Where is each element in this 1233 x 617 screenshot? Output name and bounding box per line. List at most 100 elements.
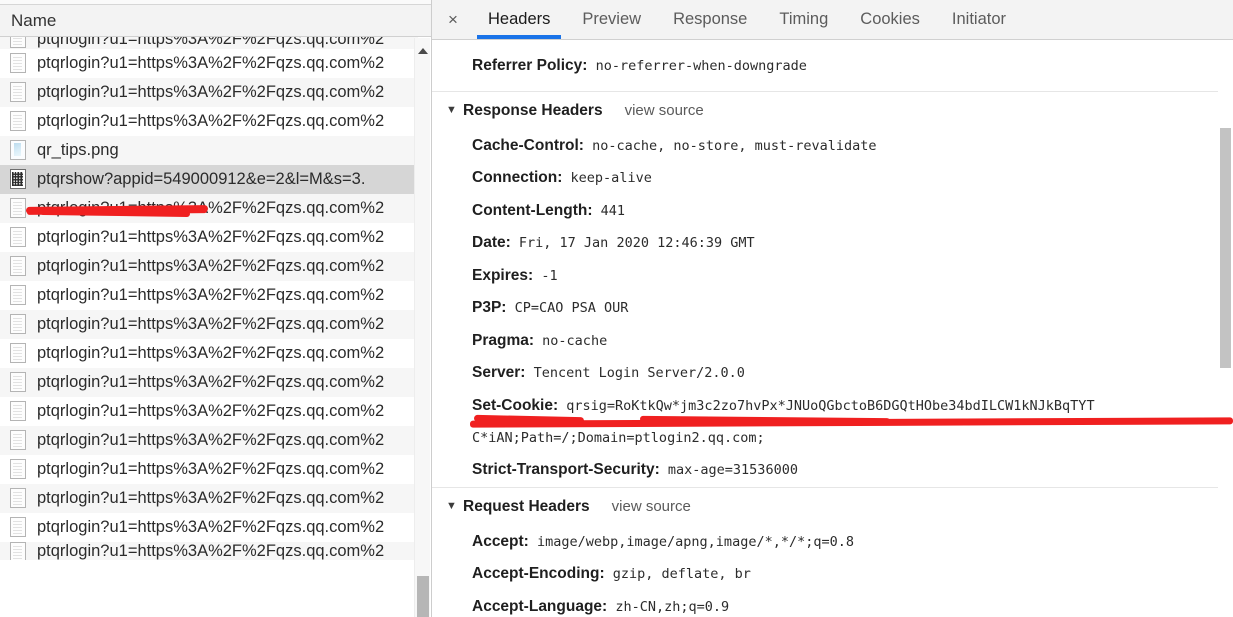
request-list-item[interactable]: ptqrlogin?u1=https%3A%2F%2Fqzs.qq.com%2 [0, 368, 418, 397]
header-value: image/webp,image/apng,image/*,*/*;q=0.8 [537, 533, 854, 550]
view-source-link[interactable]: view source [612, 498, 691, 515]
header-value: gzip, deflate, br [612, 566, 751, 582]
close-icon[interactable]: × [440, 7, 466, 33]
request-list-item[interactable]: ptqrlogin?u1=https%3A%2F%2Fqzs.qq.com%2 [0, 542, 418, 560]
document-icon [10, 256, 28, 277]
document-icon-glyph [10, 111, 26, 131]
request-list-item[interactable]: ptqrlogin?u1=https%3A%2F%2Fqzs.qq.com%2 [0, 397, 418, 426]
document-icon-glyph [10, 82, 26, 102]
tab-label: Response [673, 10, 748, 28]
header-value: CP=CAO PSA OUR [514, 300, 629, 316]
request-list-item-label: ptqrlogin?u1=https%3A%2F%2Fqzs.qq.com%2 [37, 460, 385, 478]
header-value: no-referrer-when-downgrade [595, 58, 807, 74]
document-icon [10, 37, 28, 49]
section-title: Response Headers [463, 101, 603, 119]
scroll-up-arrow-icon[interactable] [415, 42, 430, 58]
document-icon-glyph [10, 314, 26, 334]
request-list-item-label: ptqrlogin?u1=https%3A%2F%2Fqzs.qq.com%2 [37, 373, 385, 391]
request-list-item[interactable]: ptqrlogin?u1=https%3A%2F%2Fqzs.qq.com%2 [0, 455, 418, 484]
header-row: Accept: image/webp,image/apng,image/*,*/… [432, 526, 1233, 559]
request-list[interactable]: ptqrlogin?u1=https%3A%2F%2Fqzs.qq.com%2 p… [0, 37, 431, 617]
request-list-item-label: ptqrlogin?u1=https%3A%2F%2Fqzs.qq.com%2 [37, 286, 385, 304]
document-icon-glyph [10, 488, 26, 508]
request-list-item-label: ptqrlogin?u1=https%3A%2F%2Fqzs.qq.com%2 [37, 199, 385, 217]
request-list-item[interactable]: ptqrlogin?u1=https%3A%2F%2Fqzs.qq.com%2 [0, 37, 418, 49]
tab-label: Preview [582, 10, 642, 28]
header-row: Date: Fri, 17 Jan 2020 12:46:39 GMT [432, 227, 1233, 260]
document-icon [10, 542, 28, 560]
document-icon [10, 198, 28, 219]
request-list-item-label: ptqrlogin?u1=https%3A%2F%2Fqzs.qq.com%2 [37, 315, 385, 333]
header-key: Content-Length: [472, 201, 593, 219]
tab-headers[interactable]: Headers [472, 0, 566, 39]
request-list-item[interactable]: ptqrlogin?u1=https%3A%2F%2Fqzs.qq.com%2 [0, 107, 418, 136]
request-list-item-label: ptqrlogin?u1=https%3A%2F%2Fqzs.qq.com%2 [37, 542, 385, 560]
request-list-item[interactable]: ptqrlogin?u1=https%3A%2F%2Fqzs.qq.com%2 [0, 426, 418, 455]
request-detail-panel: × Headers Preview Response Timing Cookies Ini… [432, 0, 1233, 617]
tab-initiator[interactable]: Initiator [936, 0, 1022, 39]
chevron-down-icon[interactable]: ▼ [446, 501, 458, 512]
section-header-response-headers[interactable]: ▼ Response Headers view source [432, 92, 1233, 130]
header-row: Strict-Transport-Security: max-age=31536… [432, 454, 1233, 487]
request-list-item[interactable]: ptqrlogin?u1=https%3A%2F%2Fqzs.qq.com%2 [0, 49, 418, 78]
request-list-item-label: ptqrlogin?u1=https%3A%2F%2Fqzs.qq.com%2 [37, 344, 385, 362]
request-list-item[interactable]: ptqrlogin?u1=https%3A%2F%2Fqzs.qq.com%2 [0, 484, 418, 513]
chevron-down-icon[interactable]: ▼ [446, 105, 458, 116]
scrollbar-thumb[interactable] [1220, 128, 1231, 368]
header-key: Pragma: [472, 331, 535, 349]
header-key: Accept-Encoding: [472, 565, 605, 582]
header-row-referrer-policy: Referrer Policy: no-referrer-when-downgr… [432, 50, 1233, 83]
document-icon [10, 343, 28, 364]
request-list-item-label: qr_tips.png [37, 141, 119, 159]
detail-tabbar: × Headers Preview Response Timing Cookies Ini… [432, 0, 1233, 40]
request-list-item[interactable]: qr_tips.png [0, 136, 418, 165]
request-list-item-label: ptqrlogin?u1=https%3A%2F%2Fqzs.qq.com%2 [37, 431, 385, 449]
document-icon-glyph [10, 227, 26, 247]
document-icon-glyph [10, 401, 26, 421]
request-list-item[interactable]: ptqrlogin?u1=https%3A%2F%2Fqzs.qq.com%2 [0, 252, 418, 281]
request-list-item[interactable]: ptqrlogin?u1=https%3A%2F%2Fqzs.qq.com%2 [0, 281, 418, 310]
referrer-policy-block: Referrer Policy: no-referrer-when-downgr… [432, 40, 1233, 91]
document-icon [10, 488, 28, 509]
tab-label: Cookies [860, 10, 920, 28]
header-key: Accept-Language: [472, 597, 608, 615]
request-list-item-label: ptqrlogin?u1=https%3A%2F%2Fqzs.qq.com%2 [37, 112, 385, 130]
tab-response[interactable]: Response [657, 0, 763, 39]
tab-cookies[interactable]: Cookies [844, 0, 936, 39]
request-list-item[interactable]: ptqrlogin?u1=https%3A%2F%2Fqzs.qq.com%2 [0, 310, 418, 339]
request-list-item[interactable]: ptqrlogin?u1=https%3A%2F%2Fqzs.qq.com%2 [0, 513, 418, 542]
request-list-item[interactable]: ptqrshow?appid=549000912&e=2&l=M&s=3. [0, 165, 418, 194]
document-icon [10, 372, 28, 393]
devtools-network-panel: Name ptqrlogin?u1=https%3A%2F%2Fqzs.qq.c… [0, 0, 1233, 617]
request-headers-list: Accept: image/webp,image/apng,image/*,*/… [432, 526, 1233, 617]
header-value: zh-CN,zh;q=0.9 [615, 598, 730, 615]
header-key: Referrer Policy: [472, 57, 588, 74]
header-value: -1 [541, 267, 558, 284]
header-key: Accept: [472, 532, 529, 550]
document-icon-glyph [10, 198, 26, 218]
header-key: Server: [472, 364, 526, 381]
scrollbar-thumb[interactable] [417, 576, 429, 617]
tab-preview[interactable]: Preview [566, 0, 657, 39]
request-list-scrollbar[interactable] [414, 38, 430, 617]
request-list-item[interactable]: ptqrlogin?u1=https%3A%2F%2Fqzs.qq.com%2 [0, 339, 418, 368]
request-list-item-label: ptqrlogin?u1=https%3A%2F%2Fqzs.qq.com%2 [37, 402, 385, 420]
section-header-request-headers[interactable]: ▼ Request Headers view source [432, 488, 1233, 526]
view-source-link[interactable]: view source [625, 102, 704, 119]
tab-label: Timing [779, 10, 829, 28]
tab-timing[interactable]: Timing [763, 0, 844, 39]
header-key: Cache-Control: [472, 136, 584, 154]
request-list-item[interactable]: ptqrlogin?u1=https%3A%2F%2Fqzs.qq.com%2 [0, 78, 418, 107]
header-value: Tencent Login Server/2.0.0 [533, 365, 745, 381]
header-row: Connection: keep-alive [432, 162, 1233, 195]
request-list-item[interactable]: ptqrlogin?u1=https%3A%2F%2Fqzs.qq.com%2 [0, 223, 418, 252]
document-icon-glyph [10, 372, 26, 392]
document-icon-glyph [10, 430, 26, 450]
header-row: Pragma: no-cache [432, 325, 1233, 358]
header-value: Fri, 17 Jan 2020 12:46:39 GMT [518, 235, 755, 251]
column-header-name[interactable]: Name [0, 4, 431, 37]
request-list-item[interactable]: ptqrlogin?u1=https%3A%2F%2Fqzs.qq.com%2 [0, 194, 418, 223]
qrcode-icon [10, 169, 28, 190]
header-value-continuation: C*iAN;Path=/;Domain=ptlogin2.qq.com; [472, 430, 765, 446]
detail-scrollbar[interactable] [1218, 40, 1233, 617]
